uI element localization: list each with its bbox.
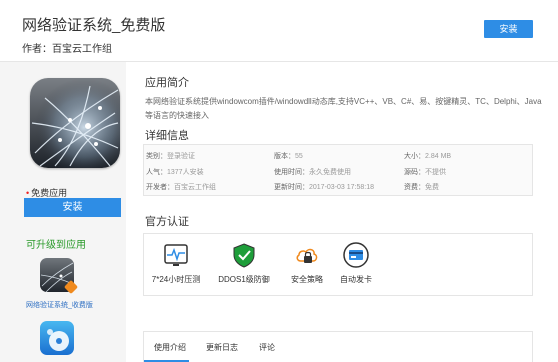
intro-text: 本网络验证系统提供windowcom插件/windowdll动态库,支持VC++…: [145, 97, 542, 120]
detail-usage-time: 使用时间：永久免费使用: [274, 169, 351, 176]
shield-check-icon: [231, 242, 257, 268]
card-icon: [343, 242, 369, 268]
tab-changelog[interactable]: 更新日志: [206, 342, 238, 353]
tab-usage[interactable]: 使用介绍: [154, 342, 186, 353]
cert-ddos: DDOS1级防御: [214, 242, 274, 285]
detail-updated: 更新时间：2017-03-03 17:58:18: [274, 184, 374, 191]
free-label-text: 免费应用: [31, 188, 68, 198]
cloud-lock-icon: [294, 242, 320, 268]
app-author: 作者：百宝云工作组: [22, 44, 112, 55]
detail-category: 类别：登录验证: [146, 153, 195, 160]
app-title: 网络验证系统_免费版: [22, 17, 166, 34]
cert-ddos-label: DDOS1级防御: [218, 275, 270, 284]
top-install-button[interactable]: 安装: [484, 20, 533, 38]
pulse-monitor-icon: [163, 242, 189, 268]
cert-security-label: 安全策略: [291, 275, 323, 284]
details-box: 类别：登录验证 版本：55 大小：2.84 MB 人气：1377人安装 使用时间…: [143, 144, 533, 196]
detail-developer: 开发者：百宝云工作组: [146, 184, 216, 191]
certification-box: 7*24小时压测 DDOS1级防御 安全策略 自动发卡: [143, 233, 533, 296]
bullet-icon: •: [26, 188, 30, 198]
left-install-button[interactable]: 安装: [24, 198, 121, 217]
cert-auto-card: 自动发卡: [336, 242, 376, 285]
cert-stress-test-label: 7*24小时压测: [151, 275, 201, 284]
app-icon: [30, 78, 120, 168]
detail-version: 版本：55: [274, 153, 303, 160]
detail-fee: 资费：免费: [404, 184, 439, 191]
upgrade-title: 可升级到应用: [26, 240, 86, 251]
details-title: 详细信息: [145, 130, 189, 142]
cert-stress-test: 7*24小时压测: [150, 242, 202, 285]
cert-auto-card-label: 自动发卡: [340, 275, 372, 284]
cert-security: 安全策略: [287, 242, 327, 285]
tab-comments[interactable]: 评论: [259, 342, 275, 353]
detail-size: 大小：2.84 MB: [404, 153, 452, 160]
intro-title: 应用简介: [145, 77, 189, 89]
upgrade-app-label[interactable]: 网络验证系统_收费版: [26, 300, 93, 310]
upgrade-app-icon-2[interactable]: [40, 321, 74, 355]
certification-title: 官方认证: [145, 216, 189, 228]
detail-source: 源码：不提供: [404, 169, 446, 176]
tab-bar: 使用介绍 更新日志 评论: [143, 331, 533, 362]
detail-popularity: 人气：1377人安装: [146, 169, 204, 176]
